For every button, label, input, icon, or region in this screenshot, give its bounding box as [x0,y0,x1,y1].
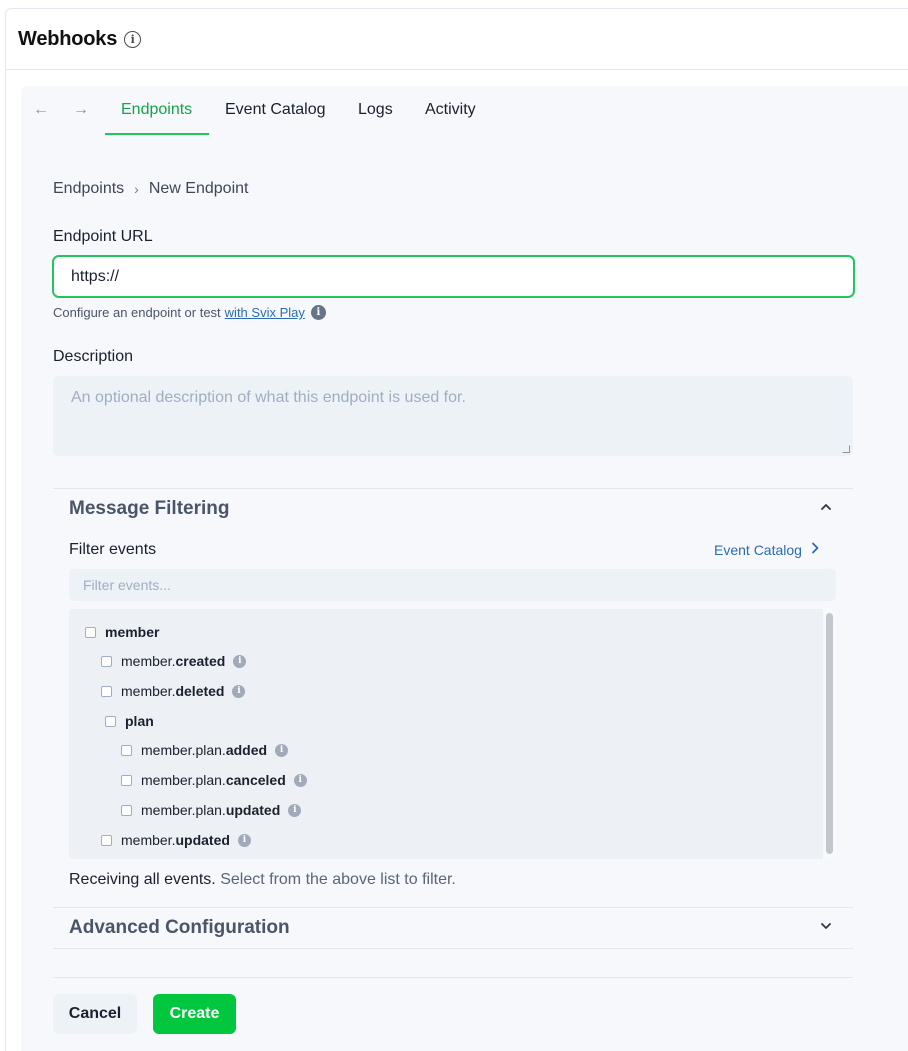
active-tab-indicator [105,133,209,135]
event-prefix: member.plan. [141,742,226,758]
event-member-plan-canceled[interactable]: member.plan. canceled i [121,770,307,790]
receiving-muted: Select from the above list to filter. [220,871,456,888]
event-prefix: member.plan. [141,772,226,788]
message-filtering-title[interactable]: Message Filtering [69,498,230,520]
checkbox[interactable] [101,655,112,667]
checkbox[interactable] [101,834,112,846]
tab-event-catalog[interactable]: Event Catalog [225,101,326,119]
event-name: deleted [175,683,225,699]
event-name: updated [225,802,281,818]
event-member-updated[interactable]: member. updated i [101,830,251,850]
info-icon[interactable]: i [310,305,326,320]
tab-activity[interactable]: Activity [425,101,476,119]
event-name: created [175,653,226,669]
info-icon[interactable]: i [275,743,289,757]
event-name: member [105,624,160,640]
event-tree [69,609,836,859]
receiving-strong: Receiving all events. [69,871,216,888]
event-prefix: member.plan. [141,802,226,818]
event-name: canceled [225,772,286,788]
event-name: plan [125,713,154,729]
description-label: Description [53,348,134,365]
tab-logs[interactable]: Logs [358,101,393,119]
info-icon[interactable]: i [293,773,307,787]
event-member-deleted[interactable]: member. deleted i [101,681,246,701]
chevron-up-icon[interactable] [818,501,834,517]
receiving-status: Receiving all events. Select from the ab… [69,871,456,889]
event-catalog-link[interactable]: Event Catalog [714,541,820,558]
event-name: added [225,742,268,758]
divider [53,488,853,489]
event-prefix: member. [121,683,176,699]
event-name: updated [175,832,230,848]
cancel-button[interactable]: Cancel [53,994,137,1034]
tab-endpoints[interactable]: Endpoints [121,101,192,119]
back-arrow-icon[interactable]: ← [32,101,50,119]
event-prefix: member. [121,832,176,848]
divider [53,907,853,908]
checkbox[interactable] [105,715,116,727]
description-textarea[interactable]: An optional description of what this end… [53,376,853,456]
event-catalog-link-label: Event Catalog [714,541,802,558]
event-member-created[interactable]: member. created i [101,651,247,671]
chevron-right-icon [810,541,820,558]
create-button[interactable]: Create [153,994,236,1034]
breadcrumb: Endpoints › New Endpoint [53,180,248,198]
info-icon[interactable]: i [233,654,247,668]
event-member-plan-added[interactable]: member.plan. added i [121,740,289,760]
endpoint-url-helper: Configure an endpoint or test with Svix … [53,305,326,320]
checkbox[interactable] [101,685,112,697]
resize-handle-icon[interactable] [842,445,850,453]
breadcrumb-current: New Endpoint [148,180,249,197]
breadcrumb-endpoints[interactable]: Endpoints [53,180,124,198]
breadcrumb-separator-icon: › [134,181,139,197]
divider [53,977,853,978]
checkbox[interactable] [121,744,132,756]
endpoint-url-label: Endpoint URL [53,228,153,245]
filter-events-input[interactable]: Filter events... [69,569,836,601]
forward-arrow-icon[interactable]: → [72,101,90,119]
helper-text: Configure an endpoint or test [53,305,221,320]
event-prefix: member. [121,653,176,669]
description-placeholder: An optional description of what this end… [71,389,466,406]
checkbox[interactable] [85,626,96,638]
header-divider [5,69,908,70]
event-group-member[interactable]: member [85,622,159,642]
info-icon[interactable]: i [288,803,302,817]
event-member-plan-updated[interactable]: member.plan. updated i [121,800,302,820]
event-group-plan[interactable]: plan [105,711,154,731]
checkbox[interactable] [121,774,132,786]
chevron-down-icon[interactable] [818,920,834,936]
info-icon[interactable]: i [237,833,251,847]
endpoint-url-input[interactable]: https:// [52,255,855,298]
divider [53,948,853,949]
svix-play-link[interactable]: with Svix Play [225,305,305,320]
advanced-configuration-title[interactable]: Advanced Configuration [69,917,290,939]
page-title: Webhooks [18,28,118,50]
endpoint-url-value: https:// [71,267,120,285]
scrollbar-thumb[interactable] [826,613,833,854]
info-icon[interactable]: i [124,31,142,48]
info-icon[interactable]: i [232,684,246,698]
page-header: Webhooks i [18,28,142,51]
filter-events-label: Filter events [69,541,157,558]
checkbox[interactable] [121,804,132,816]
filter-events-placeholder: Filter events... [83,577,171,593]
